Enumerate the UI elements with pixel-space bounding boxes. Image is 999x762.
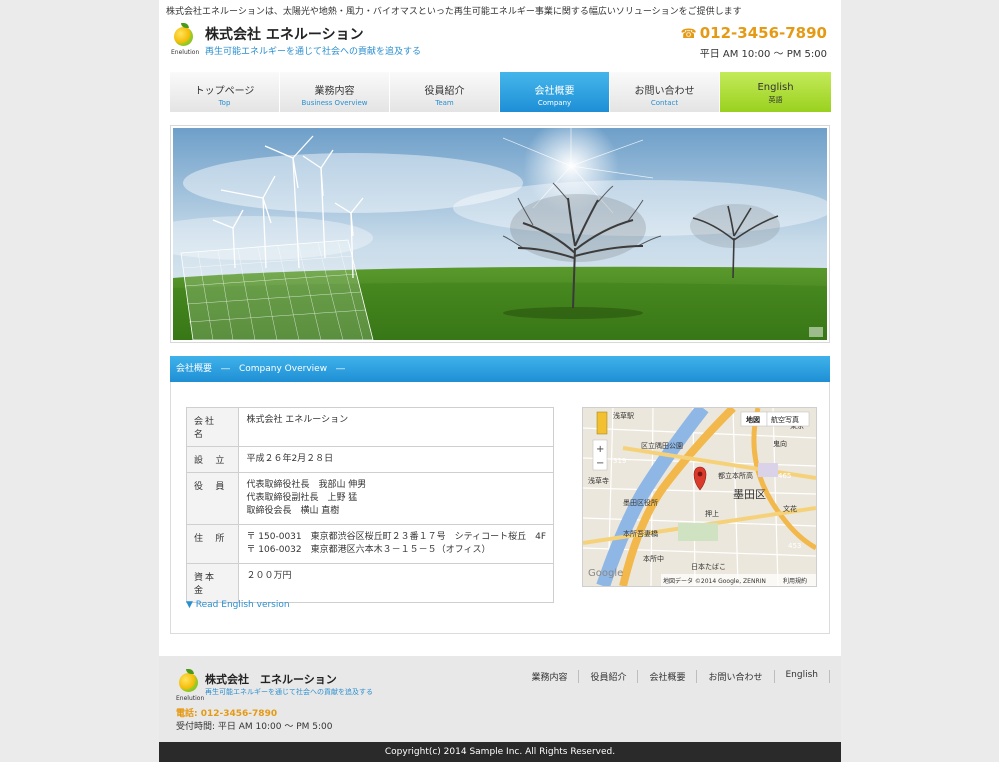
logo-sun-icon	[179, 673, 198, 692]
svg-text:453: 453	[788, 542, 801, 550]
nav-item-sublabel: Top	[218, 99, 231, 107]
founded-label: 設立	[185, 445, 240, 474]
phone-icon: ☎	[680, 27, 697, 42]
nav-item-english[interactable]: English 英語	[720, 72, 831, 112]
nav-item-label: トップページ	[194, 86, 255, 97]
hero-landscape-image	[173, 128, 827, 340]
name-label: 会社名	[185, 407, 240, 447]
map-tab-map[interactable]: 地図	[746, 415, 760, 424]
section-title: 会社概要 ― Company Overview ―	[170, 356, 830, 382]
company-overview-panel: 会社名 株式会社 エネルーション 設立 平成２６年2月２８日 役員 代表取締役社…	[170, 382, 830, 634]
name-value: 株式会社 エネルーション	[238, 407, 554, 447]
nav-item-contact[interactable]: お問い合わせ Contact	[610, 72, 720, 112]
founded-value: 平成２６年2月２８日	[238, 445, 554, 474]
footer-link-english[interactable]: English	[775, 670, 830, 683]
company-info-table: 会社名 株式会社 エネルーション 設立 平成２６年2月２８日 役員 代表取締役社…	[185, 407, 554, 604]
nav-item-label: English	[757, 82, 794, 93]
nav-item-label: 業務内容	[314, 86, 355, 97]
header-tagline: 株式会社エネルーションは、太陽光や地熱・風力・バイオマスといった再生可能エネルギ…	[166, 7, 742, 17]
nav-item-sublabel: Business Overview	[301, 99, 368, 107]
nav-item-business[interactable]: 業務内容 Business Overview	[280, 72, 390, 112]
nav-item-sublabel: Contact	[650, 99, 679, 107]
footer-nav: 業務内容 役員紹介 会社概要 お問い合わせ English	[520, 670, 830, 683]
footer-link-company[interactable]: 会社概要	[638, 670, 698, 683]
logo-sun-icon	[174, 27, 193, 46]
zoom-in-button[interactable]: +	[596, 444, 604, 455]
map-canvas[interactable]: 浅草駅 区立隅田公園 東京 319 鬼向 浅草寺 都立本所高 465 墨田区 墨…	[583, 408, 816, 586]
read-english-link[interactable]: ▼ Read English version	[186, 600, 290, 610]
svg-text:墨田区: 墨田区	[733, 488, 766, 501]
company-slogan: 再生可能エネルギーを通じて社会への貢献を追及する	[205, 47, 422, 57]
address-line: 〒 150-0031 東京都渋谷区桜丘町２３番１７号 シティコート桜丘 4F	[246, 532, 546, 543]
svg-text:日本たばこ: 日本たばこ	[691, 562, 726, 571]
table-row: 資本金 ２００万円	[185, 563, 554, 604]
hero-image	[170, 125, 830, 343]
footer-link-business[interactable]: 業務内容	[520, 670, 580, 683]
google-logo: Google	[588, 568, 623, 579]
address-line: 〒 106-0032 東京都港区六本木３－１５－５（オフィス）	[246, 545, 491, 556]
map-terms-link[interactable]: 利用規約	[783, 577, 807, 585]
zoom-out-button[interactable]: −	[596, 458, 604, 469]
copyright: Copyright(c) 2014 Sample Inc. All Rights…	[159, 742, 841, 762]
nav-item-company[interactable]: 会社概要 Company	[500, 72, 610, 112]
svg-text:区立隅田公園: 区立隅田公園	[641, 441, 683, 450]
nav-item-sublabel: 英語	[768, 96, 783, 104]
map-attribution: 地図データ ©2014 Google, ZENRIN	[663, 577, 766, 585]
nav-item-team[interactable]: 役員紹介 Team	[390, 72, 500, 112]
footer-company-name: 株式会社 エネルーション	[205, 673, 337, 686]
header-hours: 平日 AM 10:00 〜 PM 5:00	[699, 49, 827, 60]
svg-text:押上: 押上	[705, 509, 719, 518]
svg-text:319: 319	[613, 457, 626, 465]
svg-text:本所中: 本所中	[643, 554, 664, 563]
footer-slogan: 再生可能エネルギーを通じて社会への貢献を追及する	[205, 688, 373, 696]
footer-link-contact[interactable]: お問い合わせ	[697, 670, 775, 683]
logo-text: Enelution	[171, 49, 200, 56]
svg-text:墨田区役所: 墨田区役所	[623, 498, 658, 507]
capital-label: 資本金	[185, 563, 240, 604]
footer-link-team[interactable]: 役員紹介	[579, 670, 639, 683]
svg-text:本所吾妻橋: 本所吾妻橋	[623, 529, 658, 538]
logo-text: Enelution	[176, 695, 205, 702]
address-label: 住所	[185, 524, 240, 565]
officers-value: 代表取締役社長 我部山 伸男 代表取締役副社長 上野 猛 取締役会長 横山 直樹	[238, 472, 554, 526]
nav-item-label: お問い合わせ	[634, 86, 695, 97]
svg-text:465: 465	[778, 472, 791, 480]
google-map[interactable]: 浅草駅 区立隅田公園 東京 319 鬼向 浅草寺 都立本所高 465 墨田区 墨…	[582, 407, 817, 587]
main-nav: トップページ Top 業務内容 Business Overview 役員紹介 T…	[170, 72, 831, 112]
company-name[interactable]: 株式会社 エネルーション	[205, 24, 364, 44]
header-phone: ☎ 012-3456-7890	[681, 24, 827, 42]
table-row: 設立 平成２６年2月２８日	[185, 445, 554, 474]
officer-line: 代表取締役社長 我部山 伸男	[246, 480, 367, 491]
table-row: 会社名 株式会社 エネルーション	[185, 407, 554, 447]
svg-text:都立本所高: 都立本所高	[718, 471, 753, 480]
footer-hours: 受付時間: 平日 AM 10:00 〜 PM 5:00	[176, 722, 333, 732]
map-tab-aerial[interactable]: 航空写真	[771, 415, 799, 424]
table-row: 役員 代表取締役社長 我部山 伸男 代表取締役副社長 上野 猛 取締役会長 横山…	[185, 472, 554, 526]
footer: Enelution 株式会社 エネルーション 再生可能エネルギーを通じて社会への…	[159, 656, 841, 742]
footer-phone: 電話: 012-3456-7890	[176, 709, 278, 719]
company-logo[interactable]: Enelution	[171, 23, 200, 57]
footer-logo[interactable]: Enelution	[176, 669, 205, 702]
page: 株式会社エネルーションは、太陽光や地熱・風力・バイオマスといった再生可能エネルギ…	[159, 0, 841, 762]
address-value: 〒 150-0031 東京都渋谷区桜丘町２３番１７号 シティコート桜丘 4F 〒…	[238, 524, 554, 565]
svg-text:文花: 文花	[783, 504, 797, 513]
officer-line: 取締役会長 横山 直樹	[246, 506, 340, 517]
svg-text:鬼向: 鬼向	[773, 439, 787, 448]
nav-item-sublabel: Team	[435, 99, 454, 107]
street-view-pegman-icon[interactable]	[596, 411, 608, 435]
nav-item-top[interactable]: トップページ Top	[170, 72, 280, 112]
officers-label: 役員	[185, 472, 240, 526]
table-row: 住所 〒 150-0031 東京都渋谷区桜丘町２３番１７号 シティコート桜丘 4…	[185, 524, 554, 565]
nav-item-sublabel: Company	[537, 99, 572, 107]
officer-line: 代表取締役副社長 上野 猛	[246, 493, 358, 504]
nav-item-label: 役員紹介	[424, 86, 465, 97]
nav-item-label: 会社概要	[534, 86, 575, 97]
header-phone-number: 012-3456-7890	[699, 24, 827, 42]
svg-text:浅草駅: 浅草駅	[613, 411, 634, 420]
svg-text:浅草寺: 浅草寺	[588, 476, 609, 485]
capital-value: ２００万円	[238, 563, 554, 604]
